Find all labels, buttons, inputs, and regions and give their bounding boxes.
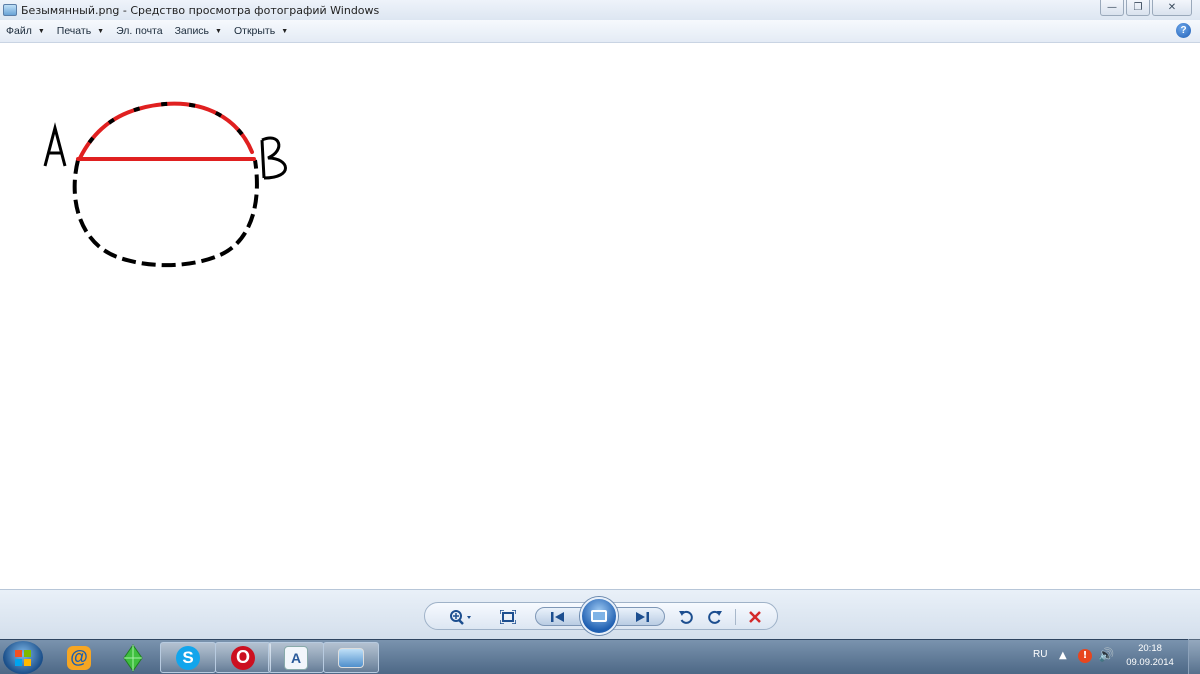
language-indicator[interactable]: RU xyxy=(1033,649,1047,660)
wordpad-icon: A xyxy=(284,645,308,670)
rotate-right-icon xyxy=(708,610,722,624)
window-title: Безымянный.png - Средство просмотра фото… xyxy=(21,3,380,17)
sims-plumbob-icon xyxy=(123,643,143,672)
skype-icon: S xyxy=(176,645,200,670)
next-icon xyxy=(636,612,649,622)
taskbar-wordpad[interactable]: A xyxy=(268,642,324,673)
menu-print[interactable]: Печать ▼ xyxy=(57,25,104,37)
rotate-left-icon xyxy=(679,610,693,624)
image-canvas: A B xyxy=(0,44,1200,589)
start-button[interactable] xyxy=(3,641,43,674)
delete-icon xyxy=(749,611,761,623)
taskbar-mail-agent[interactable]: @ xyxy=(51,642,107,673)
menu-file[interactable]: Файл ▼ xyxy=(6,25,45,37)
previous-icon xyxy=(551,612,564,622)
maximize-button[interactable]: ❐ xyxy=(1126,0,1150,16)
displayed-image: A B xyxy=(43,101,287,268)
zoom-button[interactable] xyxy=(446,607,474,627)
restore-icon: ❐ xyxy=(1133,2,1143,13)
chevron-down-icon: ▼ xyxy=(97,27,105,35)
show-hidden-icons[interactable]: ▲ xyxy=(1059,650,1067,661)
lower-dashed-arc xyxy=(72,159,259,268)
menu-email[interactable]: Эл. почта xyxy=(116,25,162,37)
help-icon: ? xyxy=(1180,25,1187,36)
help-button[interactable]: ? xyxy=(1176,23,1191,38)
label-a-glyph xyxy=(43,122,67,167)
taskbar-photo-viewer[interactable] xyxy=(323,642,379,673)
menu-print-label: Печать xyxy=(56,25,92,37)
close-icon: ✕ xyxy=(1167,2,1177,13)
menu-open-label: Открыть xyxy=(233,25,276,37)
fit-window-button[interactable] xyxy=(498,608,518,626)
minimize-icon: — xyxy=(1107,2,1117,13)
menu-open[interactable]: Открыть ▼ xyxy=(234,25,288,37)
upper-arc-dashes xyxy=(78,101,254,159)
chevron-down-icon: ▼ xyxy=(281,27,289,35)
menu-email-label: Эл. почта xyxy=(116,25,163,37)
control-separator xyxy=(735,609,736,625)
menu-burn[interactable]: Запись ▼ xyxy=(175,25,222,37)
photo-viewer-icon xyxy=(3,4,17,16)
slideshow-button[interactable] xyxy=(580,597,618,635)
control-bar xyxy=(0,589,1200,639)
clock-time: 20:18 xyxy=(1138,643,1162,654)
mail-agent-icon: @ xyxy=(67,645,91,670)
fit-window-icon xyxy=(500,610,516,624)
close-button[interactable]: ✕ xyxy=(1152,0,1192,16)
delete-button[interactable] xyxy=(745,608,765,626)
chevron-up-icon: ▲ xyxy=(1059,650,1067,661)
menu-bar: Файл ▼ Печать ▼ Эл. почта Запись ▼ Открыть ▼… xyxy=(0,20,1200,43)
previous-button[interactable] xyxy=(546,609,570,625)
rotate-right-button[interactable] xyxy=(706,608,724,626)
photo-viewer-taskbar-icon xyxy=(338,647,364,668)
clock-date: 09.09.2014 xyxy=(1126,657,1174,668)
chevron-down-icon: ▼ xyxy=(215,27,222,35)
rotate-left-button[interactable] xyxy=(677,608,695,626)
volume-icon[interactable]: 🔊 xyxy=(1098,648,1114,663)
slideshow-icon xyxy=(591,610,607,622)
next-button[interactable] xyxy=(630,609,654,625)
label-b-glyph xyxy=(260,136,287,180)
chevron-down-icon: ▼ xyxy=(37,27,45,35)
minimize-button[interactable]: — xyxy=(1100,0,1124,16)
taskbar-opera[interactable]: O xyxy=(215,642,271,673)
opera-icon: O xyxy=(231,645,255,670)
taskbar: @ S O A xyxy=(0,639,1200,674)
show-desktop-button[interactable] xyxy=(1188,639,1200,674)
clock[interactable]: 20:18 09.09.2014 xyxy=(1126,642,1174,670)
taskbar-skype[interactable]: S xyxy=(160,642,216,673)
window-controls: — ❐ ✕ xyxy=(1100,0,1192,16)
zoom-icon xyxy=(450,610,471,625)
title-bar: Безымянный.png - Средство просмотра фото… xyxy=(0,0,1200,20)
upper-arc xyxy=(78,101,254,160)
menu-file-label: Файл xyxy=(6,25,32,37)
windows-logo-icon xyxy=(15,649,31,666)
taskbar-sims[interactable] xyxy=(105,642,161,673)
menu-burn-label: Запись xyxy=(174,25,210,37)
alert-icon[interactable]: ! xyxy=(1078,649,1092,663)
